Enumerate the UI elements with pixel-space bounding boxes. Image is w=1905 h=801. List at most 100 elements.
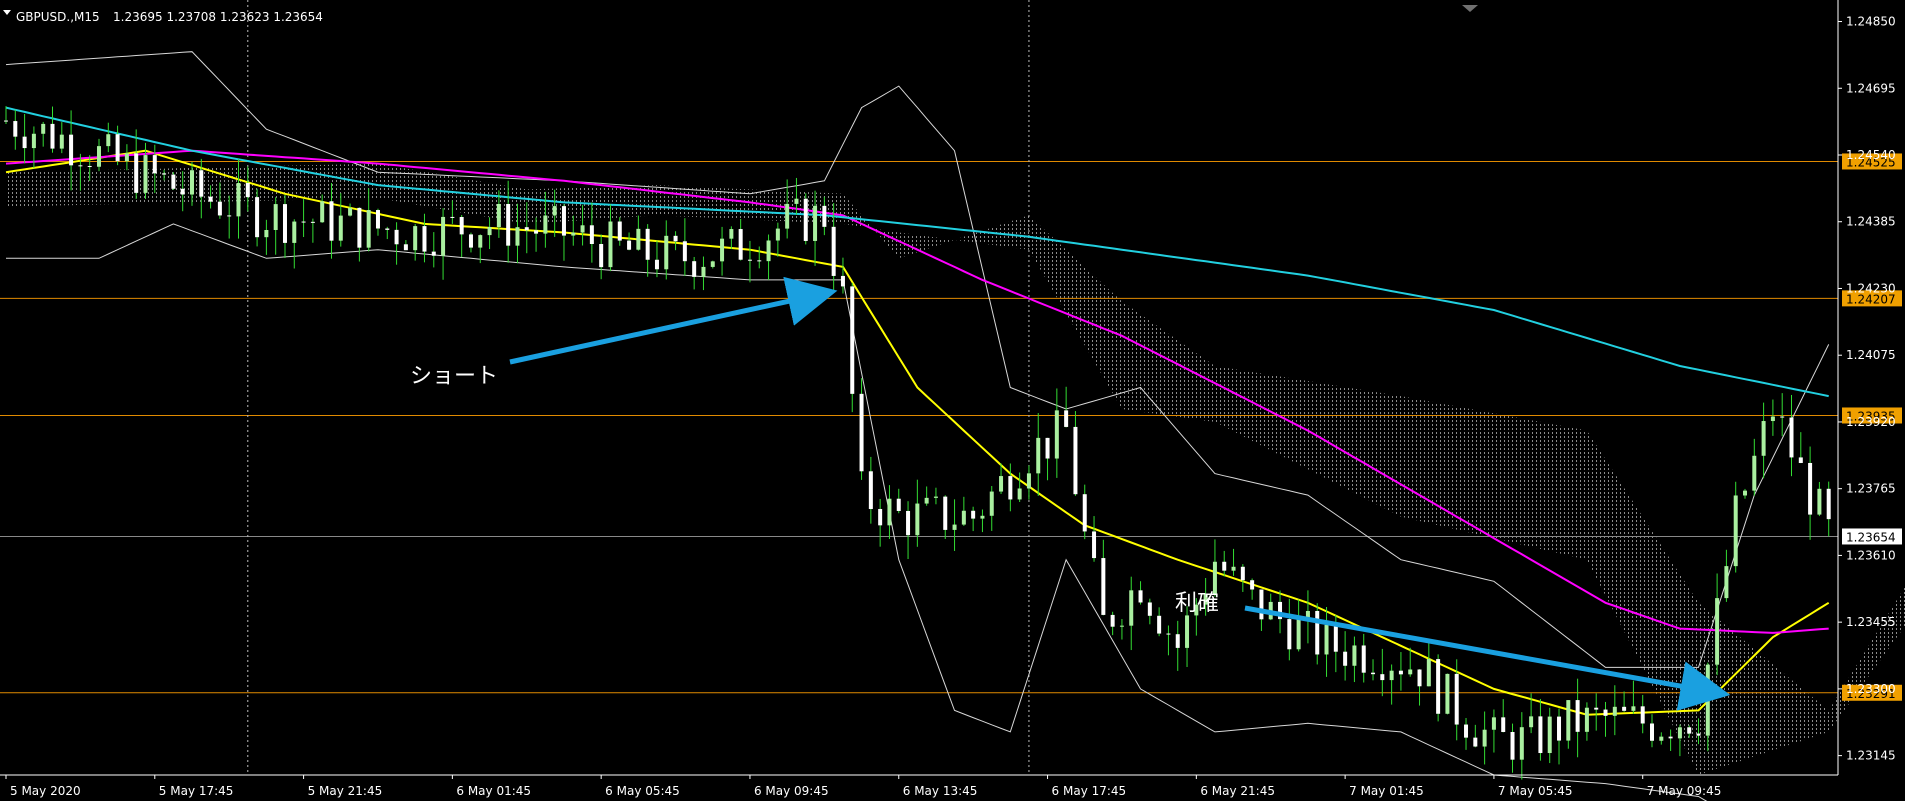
candle-body (980, 515, 985, 519)
candle-body (13, 121, 18, 137)
candle-body (1677, 727, 1682, 739)
candle-body (189, 170, 194, 195)
y-tick-label: 1.23145 (1846, 749, 1896, 763)
candle-body (1557, 716, 1562, 741)
candle-body (915, 503, 920, 536)
price-chart[interactable]: 1.245251.242071.239351.232911.23654 ショート… (0, 0, 1905, 801)
candle-body (515, 227, 520, 246)
candle-body (673, 235, 678, 242)
candle-body (524, 227, 529, 231)
x-tick-label: 6 May 09:45 (754, 784, 829, 798)
candle-body (1389, 670, 1394, 681)
candle-body (1696, 733, 1701, 736)
candle-body (1259, 589, 1264, 620)
annotation-label-1: ショート (410, 364, 498, 389)
candle-body (1064, 410, 1069, 427)
candle-body (1761, 421, 1766, 456)
candle-body (152, 155, 157, 174)
x-tick-label: 5 May 21:45 (308, 784, 383, 798)
candle-body (1724, 566, 1729, 599)
candle-body (69, 134, 74, 166)
candle-body (1333, 624, 1338, 652)
x-tick-label: 6 May 17:45 (1052, 784, 1127, 798)
candle[interactable] (1445, 673, 1450, 715)
candle-body (310, 221, 315, 223)
candle[interactable] (803, 193, 808, 245)
candle-body (1129, 590, 1134, 626)
candle-body (989, 491, 994, 516)
candle-body (608, 221, 613, 268)
candle-body (41, 123, 46, 134)
x-tick-label: 5 May 17:45 (159, 784, 234, 798)
candle-body (87, 165, 92, 167)
candle-body (320, 201, 325, 223)
candle-body (589, 225, 594, 245)
candle-body (933, 496, 938, 498)
candle-body (729, 229, 734, 239)
candle-body (1426, 659, 1431, 687)
y-tick-label: 1.24695 (1846, 81, 1896, 95)
candle-body (1445, 673, 1450, 714)
candle-body (282, 204, 287, 243)
x-tick-label: 7 May 09:45 (1647, 784, 1722, 798)
candle-body (1343, 651, 1348, 666)
candle-body (273, 204, 278, 230)
candle[interactable] (850, 282, 855, 413)
y-tick-label: 1.23610 (1846, 548, 1896, 562)
candle-body (775, 228, 780, 241)
candle-body (227, 215, 232, 217)
candle-body (106, 134, 111, 147)
candle-body (1147, 602, 1152, 616)
candle-body (292, 221, 297, 243)
current-price-label: 1.23654 (1846, 530, 1896, 544)
candle-body (1436, 659, 1441, 714)
candle-body (255, 197, 260, 238)
candle-body (543, 215, 548, 234)
candle[interactable] (171, 172, 176, 191)
candle-body (1705, 664, 1710, 736)
candle-body (422, 226, 427, 252)
candle-body (208, 196, 213, 202)
candle-body (1296, 619, 1301, 650)
y-tick-label: 1.23765 (1846, 482, 1896, 496)
candle-body (561, 206, 566, 236)
candle-body (636, 228, 641, 250)
candle-body (1780, 416, 1785, 418)
candle-body (468, 234, 473, 248)
candle[interactable] (1436, 654, 1441, 722)
candle-body (115, 134, 120, 162)
candle-body (878, 509, 883, 526)
candle-body (1612, 706, 1617, 716)
candle-body (1622, 706, 1627, 711)
candle-body (924, 497, 929, 504)
candle-body (1315, 610, 1320, 655)
x-tick-label: 6 May 21:45 (1200, 784, 1275, 798)
candle-body (1808, 462, 1813, 515)
x-tick-label: 5 May 2020 (10, 784, 81, 798)
candle-body (143, 155, 148, 193)
candle-body (1687, 727, 1692, 734)
chart-background (0, 0, 1905, 801)
candle-body (478, 235, 483, 248)
candle-body (747, 259, 752, 261)
candle-body (961, 510, 966, 525)
candle-body (1212, 561, 1217, 594)
candle-body (134, 153, 139, 193)
candle-body (682, 241, 687, 262)
candle-body (1631, 706, 1636, 711)
candle-body (59, 134, 64, 149)
candle-body (180, 188, 185, 195)
candle-body (1036, 437, 1041, 474)
candle-body (813, 205, 818, 241)
y-tick-label: 1.24075 (1846, 348, 1896, 362)
candle-body (971, 510, 976, 519)
x-tick-label: 6 May 05:45 (605, 784, 680, 798)
candle-body (794, 198, 799, 204)
candle-body (506, 203, 511, 246)
candle-body (1789, 417, 1794, 458)
annotation-label-2: 利確 (1175, 591, 1219, 616)
candle-body (487, 227, 492, 236)
candle-body (1594, 707, 1599, 710)
candle-body (403, 244, 408, 251)
candle-body (571, 232, 576, 236)
